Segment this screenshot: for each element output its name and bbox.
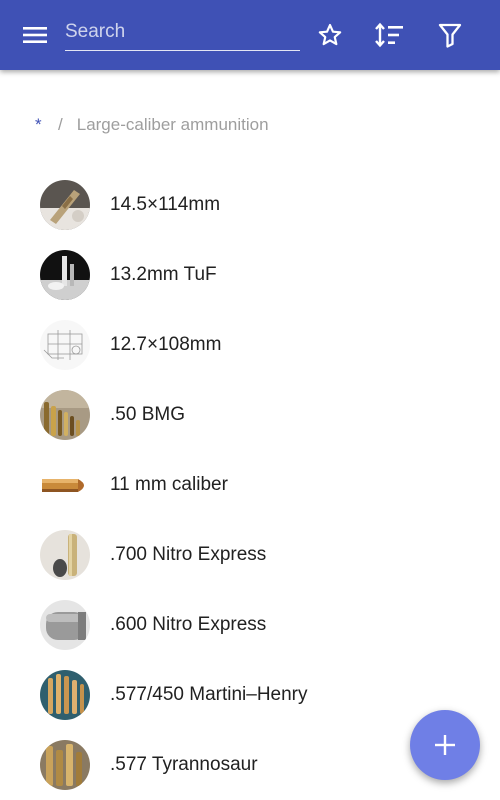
menu-icon [23, 27, 47, 43]
item-label: .50 BMG [110, 404, 185, 425]
list-item[interactable]: .600 Nitro Express [0, 590, 500, 660]
breadcrumb: * / Large-caliber ammunition [35, 113, 269, 137]
search-field [65, 14, 300, 51]
menu-button[interactable] [10, 0, 60, 70]
item-thumbnail [40, 740, 90, 790]
item-thumbnail [40, 530, 90, 580]
item-label: .700 Nitro Express [110, 544, 267, 565]
filter-button[interactable] [425, 0, 475, 70]
filter-icon [438, 23, 462, 48]
item-label: 14.5×114mm [110, 194, 221, 215]
item-label: 13.2mm TuF [110, 264, 217, 285]
item-label: .577 Tyrannosaur [110, 754, 258, 775]
item-thumbnail [40, 600, 90, 650]
breadcrumb-current: Large-caliber ammunition [76, 115, 269, 134]
item-label: .577/450 Martini–Henry [110, 684, 308, 705]
sort-icon [375, 22, 403, 48]
item-thumbnail [40, 250, 90, 300]
list-item[interactable]: 14.5×114mm [0, 170, 500, 240]
item-thumbnail [40, 320, 90, 370]
item-label: 11 mm caliber [110, 474, 228, 495]
list-item[interactable]: 12.7×108mm [0, 310, 500, 380]
item-thumbnail [40, 670, 90, 720]
plus-icon [435, 735, 455, 755]
add-button[interactable] [410, 710, 480, 780]
search-input[interactable] [65, 14, 300, 50]
breadcrumb-separator: / [58, 115, 63, 134]
item-thumbnail [40, 390, 90, 440]
item-thumbnail [40, 460, 90, 510]
favorites-button[interactable] [305, 0, 355, 70]
app-bar [0, 0, 500, 70]
item-label: .600 Nitro Express [110, 614, 267, 635]
list-item[interactable]: 13.2mm TuF [0, 240, 500, 310]
breadcrumb-root[interactable]: * [35, 115, 47, 135]
sort-button[interactable] [365, 0, 415, 70]
item-list: 14.5×114mm 13.2mm TuF 12.7×108mm .50 BMG… [0, 170, 500, 800]
list-item[interactable]: .700 Nitro Express [0, 520, 500, 590]
star-outline-icon [318, 23, 342, 46]
item-label: 12.7×108mm [110, 334, 222, 355]
item-thumbnail [40, 180, 90, 230]
list-item[interactable]: 11 mm caliber [0, 450, 500, 520]
list-item[interactable]: .50 BMG [0, 380, 500, 450]
